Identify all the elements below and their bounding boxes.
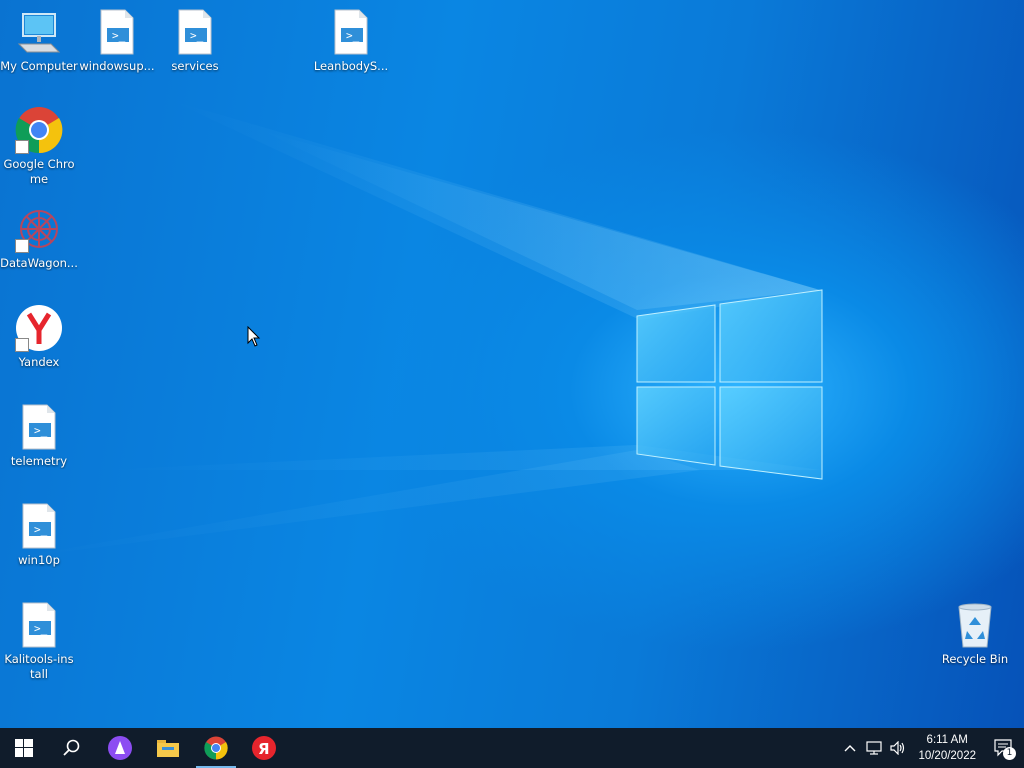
taskbar-yandex[interactable]: Я xyxy=(240,728,288,768)
svg-text:>_: >_ xyxy=(346,29,360,42)
svg-text:>_: >_ xyxy=(34,523,48,536)
taskbar-chrome[interactable] xyxy=(192,728,240,768)
chevron-up-icon xyxy=(844,745,856,752)
desktop-icon-google-chrome[interactable]: Google Chrome xyxy=(0,106,78,187)
chrome-icon xyxy=(15,106,63,154)
desktop-icon-windowsup[interactable]: >_ windowsup... xyxy=(78,8,156,74)
chrome-icon xyxy=(204,736,228,760)
script-icon: >_ xyxy=(327,8,375,56)
recycle-bin-icon xyxy=(951,601,999,649)
clock-date: 10/20/2022 xyxy=(918,750,976,762)
script-icon: >_ xyxy=(15,403,63,451)
start-button[interactable] xyxy=(0,728,48,768)
computer-icon xyxy=(15,8,63,56)
datawagon-icon xyxy=(15,205,63,253)
alice-icon xyxy=(108,736,132,760)
svg-text:Я: Я xyxy=(258,740,270,758)
desktop-icon-datawagon[interactable]: DataWagon... xyxy=(0,205,78,271)
script-icon: >_ xyxy=(15,601,63,649)
windows-logo xyxy=(636,289,823,480)
system-tray: 6:11 AM 10/20/2022 1 xyxy=(838,728,1024,768)
yandex-icon: Я xyxy=(252,736,276,760)
svg-text:>_: >_ xyxy=(112,29,126,42)
svg-text:>_: >_ xyxy=(34,622,48,635)
clock-time: 6:11 AM xyxy=(926,734,968,746)
search-icon xyxy=(63,739,80,756)
shortcut-arrow-icon xyxy=(15,140,29,154)
taskbar-file-explorer[interactable] xyxy=(144,728,192,768)
yandex-icon xyxy=(15,304,63,352)
action-center-button[interactable]: 1 xyxy=(984,728,1024,768)
show-hidden-icons-button[interactable] xyxy=(838,728,862,768)
file-explorer-icon xyxy=(157,740,179,757)
speaker-icon xyxy=(890,741,905,755)
search-button[interactable] xyxy=(48,728,96,768)
notification-count-badge: 1 xyxy=(1003,747,1016,760)
shortcut-arrow-icon xyxy=(15,338,29,352)
script-icon: >_ xyxy=(15,502,63,550)
svg-text:>_: >_ xyxy=(190,29,204,42)
desktop-icon-services[interactable]: >_ services xyxy=(156,8,234,74)
desktop-icon-kalitools-install[interactable]: >_ Kalitools-install xyxy=(0,601,78,682)
desktop-icon-yandex[interactable]: Yandex xyxy=(0,304,78,370)
desktop-icon-leanbodys[interactable]: >_ LeanbodyS... xyxy=(312,8,390,74)
shortcut-arrow-icon xyxy=(15,239,29,253)
mouse-cursor-icon xyxy=(247,326,261,347)
taskbar-alice[interactable] xyxy=(96,728,144,768)
taskbar: Я 6:11 AM 10/20/2022 1 xyxy=(0,728,1024,768)
desktop-icon-telemetry[interactable]: >_ telemetry xyxy=(0,403,78,469)
desktop-icon-my-computer[interactable]: My Computer xyxy=(0,8,78,74)
svg-text:>_: >_ xyxy=(34,424,48,437)
network-button[interactable] xyxy=(862,728,886,768)
script-icon: >_ xyxy=(93,8,141,56)
start-icon xyxy=(15,739,33,757)
desktop-icon-win10p[interactable]: >_ win10p xyxy=(0,502,78,568)
desktop[interactable]: My Computer >_ windowsup... >_ services xyxy=(0,0,1024,728)
network-icon xyxy=(866,741,883,755)
script-icon: >_ xyxy=(171,8,219,56)
volume-button[interactable] xyxy=(886,728,910,768)
clock[interactable]: 6:11 AM 10/20/2022 xyxy=(910,732,984,764)
desktop-icon-recycle-bin[interactable]: Recycle Bin xyxy=(936,601,1014,667)
